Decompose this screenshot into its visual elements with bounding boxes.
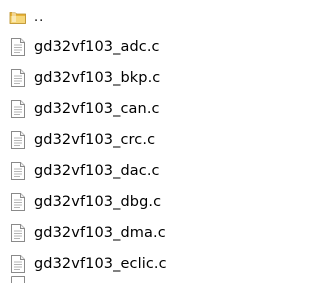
file-name: gd32vf103_eclic.c <box>34 256 167 272</box>
file-name: gd32vf103_can.c <box>34 101 160 117</box>
file-item[interactable]: gd32vf103_dbg.c <box>0 187 262 217</box>
parent-folder-item[interactable]: .. <box>0 2 262 32</box>
c-file-icon <box>8 275 28 290</box>
file-item[interactable]: gd32vf103_dma.c <box>0 218 262 248</box>
c-file-icon <box>8 253 28 275</box>
file-item[interactable]: gd32vf103_crc.c <box>0 125 262 155</box>
file-item[interactable]: gd32vf103_eclic.c <box>0 249 262 279</box>
file-name: gd32vf103_dbg.c <box>34 194 162 210</box>
file-item[interactable]: gd32vf103_bkp.c <box>0 63 262 93</box>
c-file-icon <box>8 36 28 58</box>
file-item[interactable]: gd32vf103_can.c <box>0 94 262 124</box>
parent-folder-label: .. <box>34 9 45 25</box>
file-item[interactable]: gd32vf103_dac.c <box>0 156 262 186</box>
partial-file-item <box>0 276 262 290</box>
file-name: gd32vf103_crc.c <box>34 132 156 148</box>
file-name: gd32vf103_adc.c <box>34 39 160 55</box>
c-file-icon <box>8 129 28 151</box>
c-file-icon <box>8 191 28 213</box>
c-file-icon <box>8 67 28 89</box>
file-name: gd32vf103_dac.c <box>34 163 160 179</box>
file-name: gd32vf103_dma.c <box>34 225 166 241</box>
c-file-icon <box>8 98 28 120</box>
file-item[interactable]: gd32vf103_adc.c <box>0 32 262 62</box>
c-file-icon <box>8 222 28 244</box>
file-list: .. gd32vf103_adc.c gd32vf103_bkp.c gd32v… <box>0 0 262 290</box>
c-file-icon <box>8 160 28 182</box>
file-name: gd32vf103_bkp.c <box>34 70 161 86</box>
folder-icon <box>8 6 28 28</box>
